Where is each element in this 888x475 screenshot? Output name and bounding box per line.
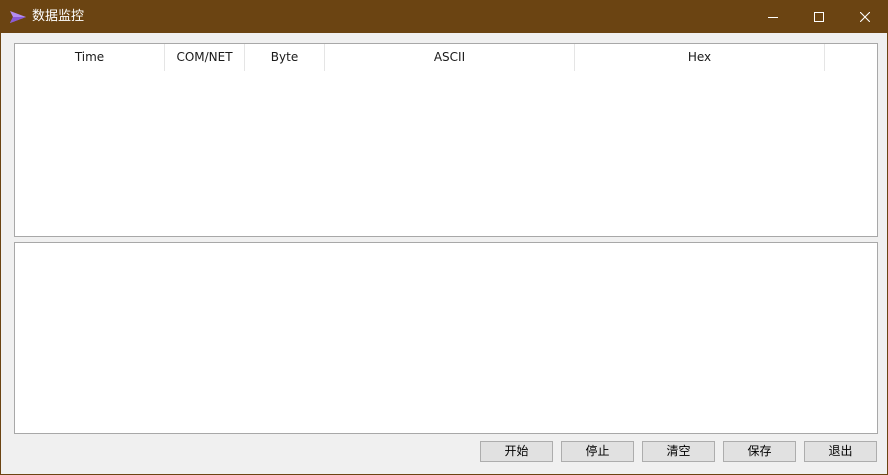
list-header: Time COM/NET Byte ASCII Hex bbox=[15, 44, 877, 71]
column-header-hex[interactable]: Hex bbox=[575, 44, 825, 71]
minimize-icon bbox=[768, 12, 778, 22]
column-header-time[interactable]: Time bbox=[15, 44, 165, 71]
maximize-button[interactable] bbox=[796, 1, 842, 33]
exit-button[interactable]: 退出 bbox=[804, 441, 877, 462]
column-header-ascii[interactable]: ASCII bbox=[325, 44, 575, 71]
maximize-icon bbox=[814, 12, 824, 22]
main-window: 数据监控 Time COM/NET Byte ASCII Hex 开始 停止 清… bbox=[0, 0, 888, 475]
clear-button[interactable]: 清空 bbox=[642, 441, 715, 462]
start-button[interactable]: 开始 bbox=[480, 441, 553, 462]
paper-plane-icon bbox=[9, 8, 27, 26]
column-header-com-net[interactable]: COM/NET bbox=[165, 44, 245, 71]
minimize-button[interactable] bbox=[750, 1, 796, 33]
close-button[interactable] bbox=[842, 1, 888, 33]
close-icon bbox=[860, 12, 870, 22]
data-list-view[interactable]: Time COM/NET Byte ASCII Hex bbox=[14, 43, 878, 237]
save-button[interactable]: 保存 bbox=[723, 441, 796, 462]
title-bar[interactable]: 数据监控 bbox=[1, 1, 887, 33]
stop-button[interactable]: 停止 bbox=[561, 441, 634, 462]
detail-text-area[interactable] bbox=[14, 242, 878, 434]
window-title: 数据监控 bbox=[32, 9, 85, 24]
column-header-byte[interactable]: Byte bbox=[245, 44, 325, 71]
